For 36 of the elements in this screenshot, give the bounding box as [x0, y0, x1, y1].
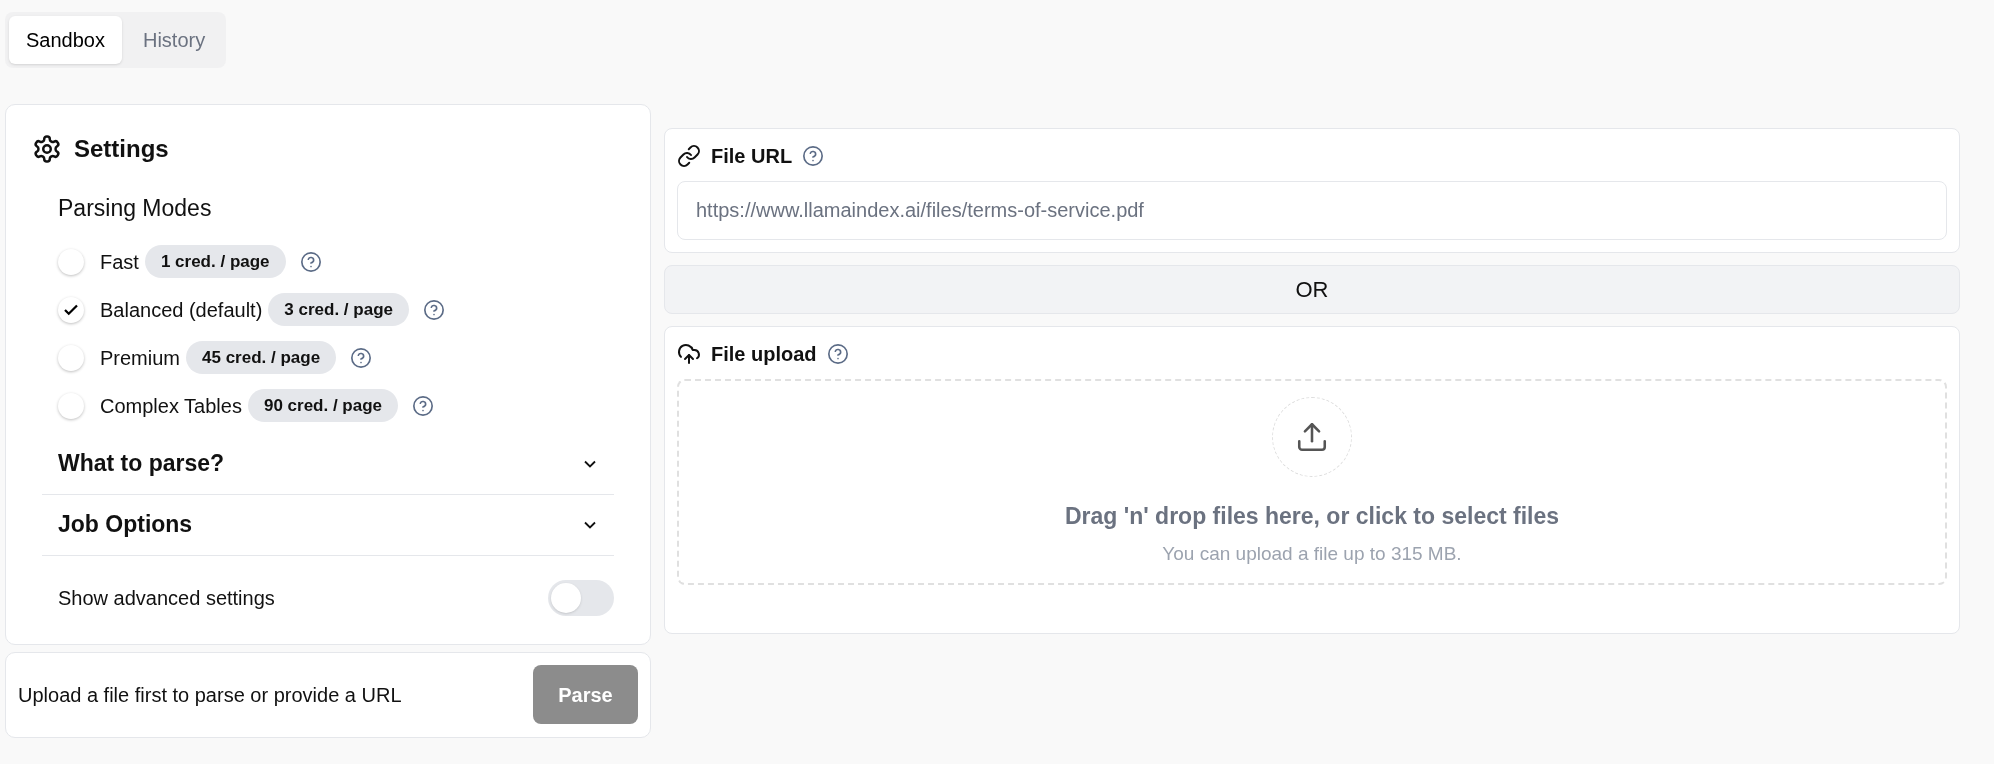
help-icon[interactable] [802, 145, 825, 167]
file-upload-title: File upload [711, 342, 817, 367]
help-icon[interactable] [350, 346, 373, 369]
settings-icon [32, 134, 62, 164]
radio-button[interactable] [58, 248, 84, 275]
upload-limit-hint: You can upload a file up to 315 MB. [1162, 541, 1462, 566]
option-label: Fast [100, 249, 139, 275]
credit-badge: 45 cred. / page [186, 340, 337, 375]
accordion-header[interactable]: Job Options [42, 494, 614, 556]
drop-prompt: Drag 'n' drop files here, or click to select files [1064, 502, 1560, 531]
radio-button[interactable] [58, 296, 84, 323]
url-input-field[interactable]: https://www.llamaindex.ai/files/terms-of-service.pdf [677, 181, 1947, 240]
advanced-settings-label: Show advanced settings [58, 585, 275, 611]
help-icon[interactable] [412, 394, 435, 417]
credit-badge: 3 cred. / page [268, 292, 409, 327]
radio-button[interactable] [58, 344, 84, 371]
drop-zone[interactable]: Drag 'n' drop files here, or click to select files You can upload a file up to 315 MB. [677, 379, 1947, 585]
cloud-upload-icon [677, 342, 701, 366]
option-label: Complex Tables [100, 393, 242, 419]
option-label: Balanced (default) [100, 297, 263, 323]
credit-badge: 90 cred. / page [247, 388, 399, 423]
radio-button[interactable] [58, 392, 84, 419]
tab[interactable]: Sandbox [9, 16, 122, 64]
help-icon[interactable] [826, 343, 849, 365]
accordion-header[interactable]: What to parse? [42, 433, 614, 495]
link-icon [677, 144, 701, 168]
file-url-title: File URL [711, 144, 793, 169]
credit-badge: 1 cred. / page [144, 244, 286, 279]
option-label: Premium [100, 345, 180, 371]
parse-hint: Upload a file first to parse or provide a URL [18, 682, 402, 708]
section-heading: Parsing Modes [58, 194, 213, 223]
settings-title: Settings [74, 134, 169, 164]
help-icon[interactable] [423, 298, 445, 321]
help-icon[interactable] [299, 250, 322, 273]
toggle-switch[interactable] [548, 579, 614, 616]
tab[interactable]: History [125, 16, 223, 64]
